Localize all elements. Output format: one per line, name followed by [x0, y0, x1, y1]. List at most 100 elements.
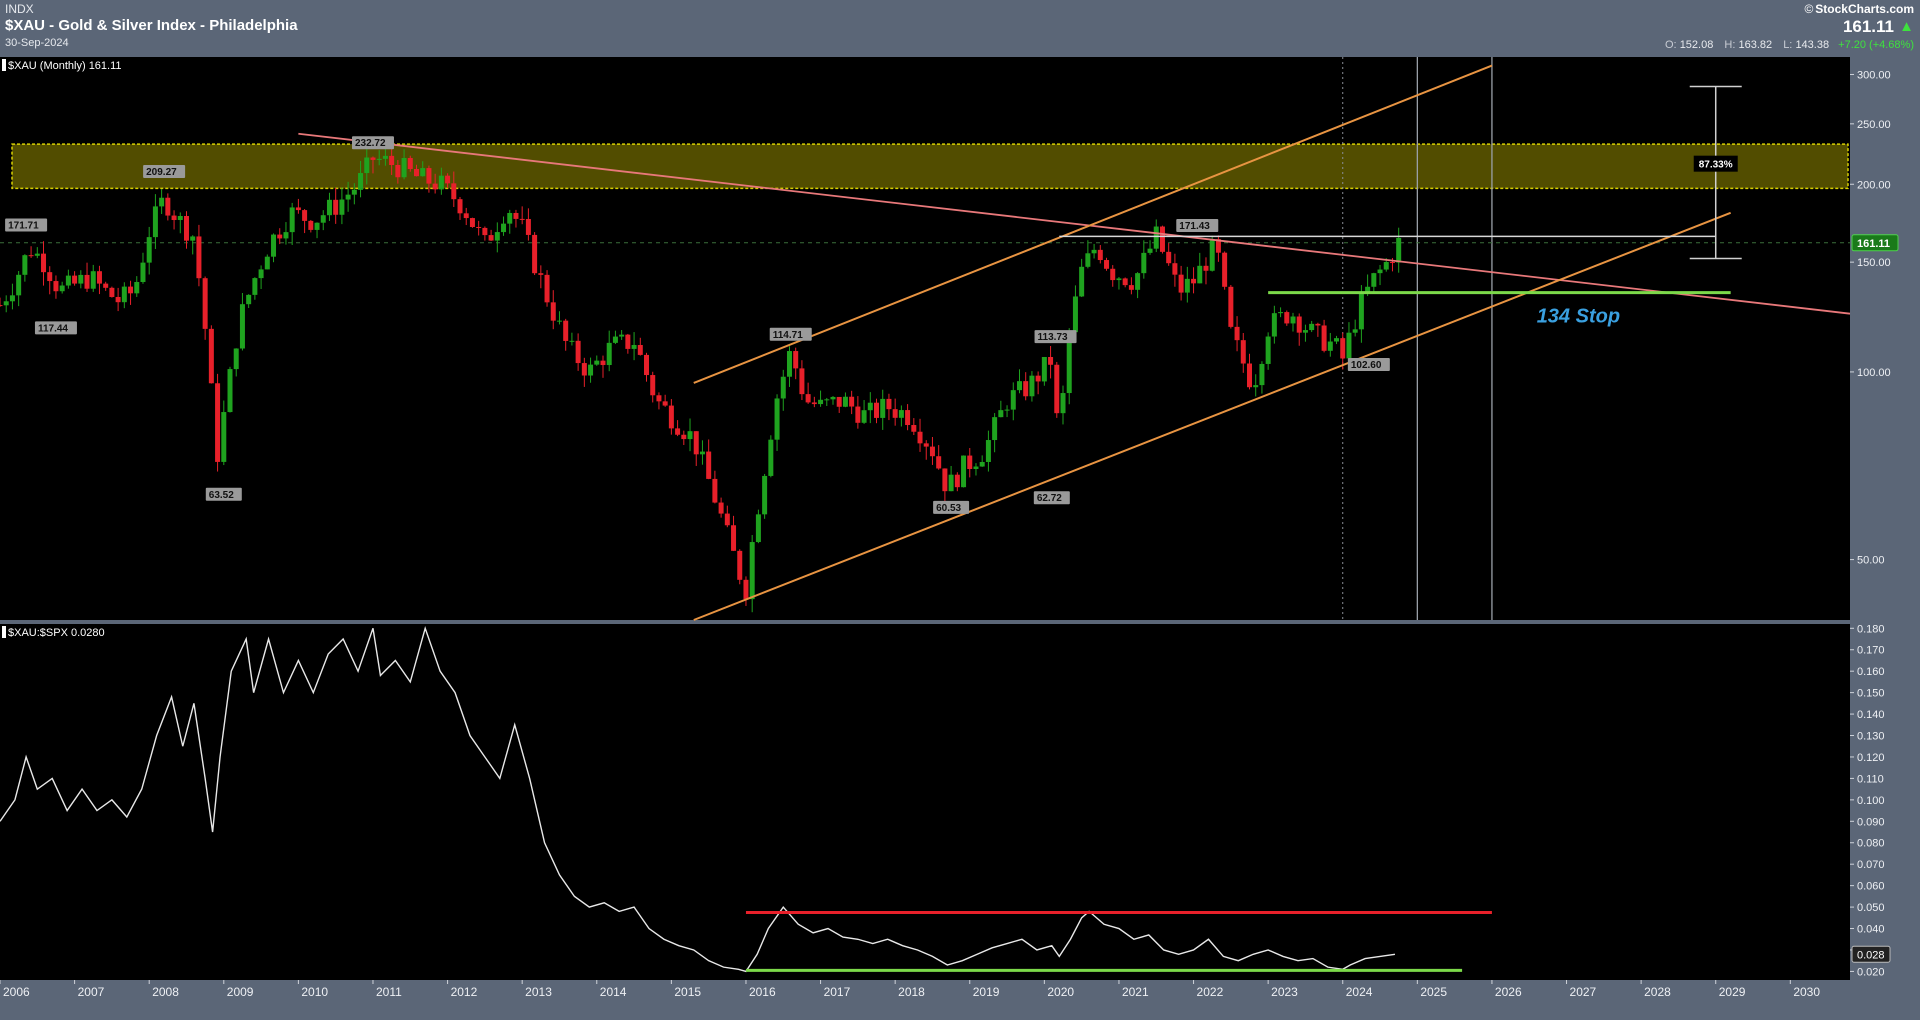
ratio-y-tick-label: 0.090 — [1857, 816, 1885, 828]
candle-body — [563, 320, 569, 341]
candle-body — [451, 183, 457, 200]
price-y-tick-label: 300.00 — [1857, 69, 1891, 81]
candle-body — [1302, 330, 1308, 333]
candle-body — [737, 550, 743, 580]
candle-body — [588, 364, 594, 376]
candle-body — [1091, 249, 1097, 254]
candle-body — [376, 158, 382, 160]
candle-body — [973, 466, 979, 470]
candle-body — [314, 222, 320, 230]
candle-body — [668, 405, 674, 429]
candle-body — [525, 218, 531, 235]
x-tick-label: 2008 — [152, 985, 179, 999]
candle-body — [28, 255, 34, 257]
candle-body — [911, 425, 917, 432]
candle-body — [264, 256, 270, 270]
candle-body — [606, 342, 612, 366]
candle-body — [861, 410, 867, 423]
x-tick-label: 2021 — [1122, 985, 1149, 999]
candle-body — [1116, 278, 1122, 281]
price-label: 63.52 — [209, 490, 234, 501]
candle-body — [1048, 356, 1054, 365]
ratio-y-tick-label: 0.150 — [1857, 688, 1885, 700]
candle-body — [656, 395, 662, 402]
candle-body — [967, 455, 973, 470]
price-label: 232.72 — [355, 138, 386, 149]
candle-body — [1029, 375, 1035, 397]
candle-body — [438, 175, 444, 190]
candle-body — [1259, 363, 1265, 386]
candle-body — [1104, 260, 1110, 269]
candle-body — [159, 197, 165, 207]
ratio-y-tick-label: 0.040 — [1857, 924, 1885, 936]
candle-body — [612, 336, 618, 343]
candle-body — [177, 216, 183, 221]
candle-body — [886, 398, 892, 410]
ratio-panel — [0, 624, 1850, 980]
x-tick-label: 2014 — [600, 985, 627, 999]
x-tick-label: 2026 — [1495, 985, 1522, 999]
candle-body — [1340, 338, 1346, 359]
candle-body — [513, 212, 519, 219]
price-label: 60.53 — [936, 503, 961, 514]
candle-body — [41, 253, 47, 273]
candle-body — [575, 340, 581, 364]
candle-body — [961, 455, 967, 488]
candle-body — [289, 207, 295, 233]
candle-body — [1072, 296, 1078, 333]
candle-body — [519, 218, 525, 220]
candle-body — [1159, 226, 1165, 252]
price-y-tick-label: 150.00 — [1857, 257, 1891, 269]
candle-body — [47, 272, 53, 282]
candle-body — [780, 376, 786, 399]
candle-body — [824, 399, 830, 401]
x-tick-label: 2023 — [1271, 985, 1298, 999]
x-tick-label: 2007 — [78, 985, 105, 999]
price-y-tick-label: 100.00 — [1857, 367, 1891, 379]
candle-body — [699, 451, 705, 455]
candle-body — [644, 354, 650, 376]
candle-body — [662, 401, 668, 406]
candle-body — [351, 189, 357, 195]
candle-body — [1396, 237, 1402, 263]
candle-body — [532, 234, 538, 274]
candle-body — [842, 396, 848, 407]
candle-body — [905, 410, 911, 426]
candle-body — [389, 155, 395, 166]
candle-body — [1222, 252, 1228, 287]
ratio-y-tick-label: 0.060 — [1857, 881, 1885, 893]
candle-body — [401, 157, 407, 178]
x-tick-label: 2029 — [1719, 985, 1746, 999]
x-tick-label: 2012 — [451, 985, 478, 999]
candle-body — [1085, 253, 1091, 267]
candle-body — [445, 175, 451, 184]
candle-body — [90, 271, 96, 289]
candle-body — [1290, 316, 1296, 324]
candle-body — [1334, 338, 1340, 342]
candle-body — [594, 360, 600, 365]
candle-body — [1278, 312, 1284, 314]
ratio-y-tick-label: 0.120 — [1857, 752, 1885, 764]
candle-body — [1166, 251, 1172, 264]
x-tick-label: 2018 — [898, 985, 925, 999]
candle-body — [625, 334, 631, 349]
price-label: 171.43 — [1179, 221, 1210, 232]
candle-body — [693, 431, 699, 455]
candle-body — [1321, 325, 1327, 351]
ratio-y-tick-label: 0.140 — [1857, 709, 1885, 721]
candle-body — [339, 199, 345, 215]
candle-body — [1296, 316, 1302, 333]
candle-body — [0, 305, 3, 307]
candle-body — [1209, 239, 1215, 271]
candle-body — [762, 475, 768, 515]
candle-body — [53, 281, 59, 292]
chart-svg: 2006 2007 2008 2009 2010 2011 2012 2013 2014 2015… — [0, 57, 1920, 1020]
candle-body — [743, 579, 749, 600]
candle-body — [1383, 262, 1389, 270]
candle-body — [1035, 375, 1041, 382]
candle-body — [115, 296, 121, 303]
candle-body — [96, 271, 102, 284]
candle-body — [855, 406, 861, 423]
x-tick-label: 2017 — [824, 985, 851, 999]
x-tick-label: 2024 — [1346, 985, 1373, 999]
